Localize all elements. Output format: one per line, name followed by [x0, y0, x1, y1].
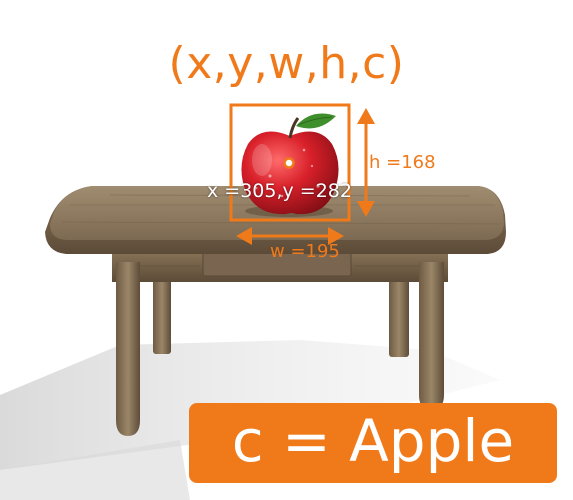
center-coordinates-label: x =305,y =282 — [207, 180, 352, 202]
center-point-marker — [283, 157, 295, 169]
height-label: h =168 — [369, 152, 436, 173]
class-label-badge: c = Apple — [189, 403, 557, 483]
class-label-text: c = Apple — [231, 407, 515, 475]
width-label: w =195 — [270, 241, 340, 262]
annotation-diagram: (x,y,w,h,c) x =305,y =282 h =168 w =195 … — [0, 0, 573, 500]
diagram-title: (x,y,w,h,c) — [168, 38, 405, 89]
